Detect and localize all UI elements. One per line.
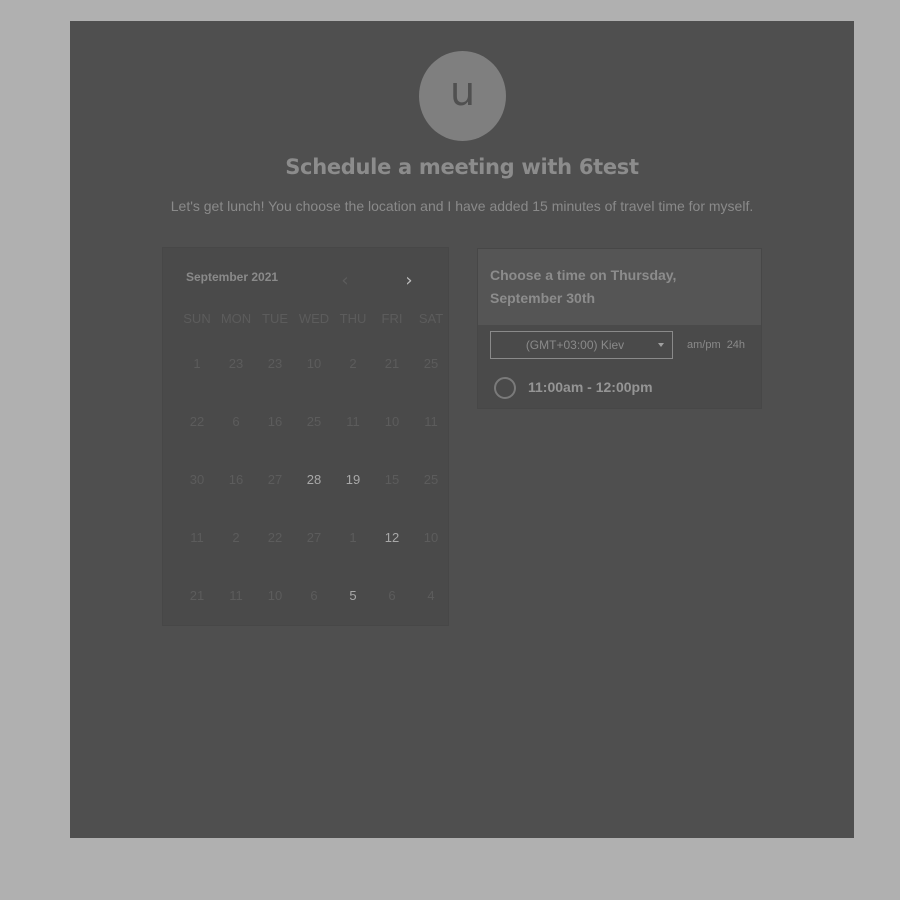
page-title: Schedule a meeting with 6test: [285, 155, 639, 179]
calendar-day: 27: [306, 530, 322, 545]
calendar-month-label: September 2021: [186, 270, 279, 284]
time-picker-header: Choose a time on Thursday, September 30t…: [478, 249, 761, 325]
time-picker-panel: Choose a time on Thursday, September 30t…: [477, 248, 762, 409]
timezone-select[interactable]: (GMT+03:00) Kiev: [490, 331, 673, 359]
radio-icon[interactable]: [494, 377, 516, 399]
timezone-value: (GMT+03:00) Kiev: [525, 338, 625, 352]
weekday-label: TUE: [262, 311, 288, 326]
calendar-day-available[interactable]: 19: [335, 468, 371, 492]
weekday-label: MON: [220, 311, 252, 326]
calendar-day: 16: [228, 472, 244, 487]
format-24h-toggle[interactable]: 24h: [727, 339, 745, 351]
weekday-label: FRI: [381, 311, 403, 326]
calendar-day: 16: [267, 414, 283, 429]
calendar-day: 25: [423, 356, 439, 371]
calendar: September 2021 ‹ › SUN MON TUE WED THU FRI SAT…: [162, 247, 449, 626]
time-slot-label: 11:00am - 12:00pm: [528, 379, 653, 395]
calendar-day: 22: [267, 530, 283, 545]
avatar: u: [419, 51, 506, 141]
calendar-day: 25: [306, 414, 322, 429]
calendar-day: 11: [346, 414, 360, 429]
time-picker-heading: Choose a time on Thursday, September 30t…: [490, 267, 677, 306]
chevron-right-icon[interactable]: ›: [398, 270, 420, 292]
calendar-day: 30: [189, 472, 205, 487]
calendar-day: 2: [349, 356, 357, 371]
calendar-day: 21: [189, 588, 205, 603]
weekday-label: THU: [339, 311, 367, 326]
calendar-day: 10: [384, 414, 400, 429]
time-format-toggle: am/pm 24h: [687, 339, 748, 351]
calendar-day: 10: [423, 530, 439, 545]
calendar-day: 10: [267, 588, 283, 603]
calendar-day: 11: [190, 530, 204, 545]
calendar-day: 23: [267, 356, 283, 371]
calendar-day-available[interactable]: 12: [374, 526, 410, 550]
calendar-day: 11: [229, 588, 243, 603]
calendar-day: 21: [384, 356, 400, 371]
calendar-day: 10: [306, 356, 322, 371]
calendar-day: 2: [232, 530, 240, 545]
format-ampm-toggle[interactable]: am/pm: [687, 339, 721, 351]
calendar-day-available[interactable]: 28: [296, 468, 332, 492]
time-slot[interactable]: 11:00am - 12:00pm: [494, 376, 744, 400]
calendar-day: 4: [427, 588, 435, 603]
caret-down-icon: [658, 343, 664, 347]
calendar-day: 23: [228, 356, 244, 371]
weekday-label: SAT: [418, 311, 444, 326]
calendar-day: 27: [267, 472, 283, 487]
calendar-day: 22: [189, 414, 205, 429]
calendar-day: 6: [310, 588, 318, 603]
calendar-day: 25: [423, 472, 439, 487]
calendar-day: 15: [384, 472, 400, 487]
calendar-day: 1: [193, 356, 201, 371]
calendar-day: 11: [424, 414, 438, 429]
calendar-day: 1: [349, 530, 357, 545]
weekday-label: SUN: [183, 311, 211, 326]
scheduler-page: u Schedule a meeting with 6test Let's ge…: [70, 21, 854, 838]
meeting-description: Let's get lunch! You choose the location…: [170, 198, 754, 214]
calendar-day-available[interactable]: 5: [335, 584, 371, 608]
calendar-day: 6: [232, 414, 240, 429]
chevron-left-icon[interactable]: ‹: [334, 270, 356, 292]
calendar-day: 6: [388, 588, 396, 603]
weekday-label: WED: [298, 311, 330, 326]
